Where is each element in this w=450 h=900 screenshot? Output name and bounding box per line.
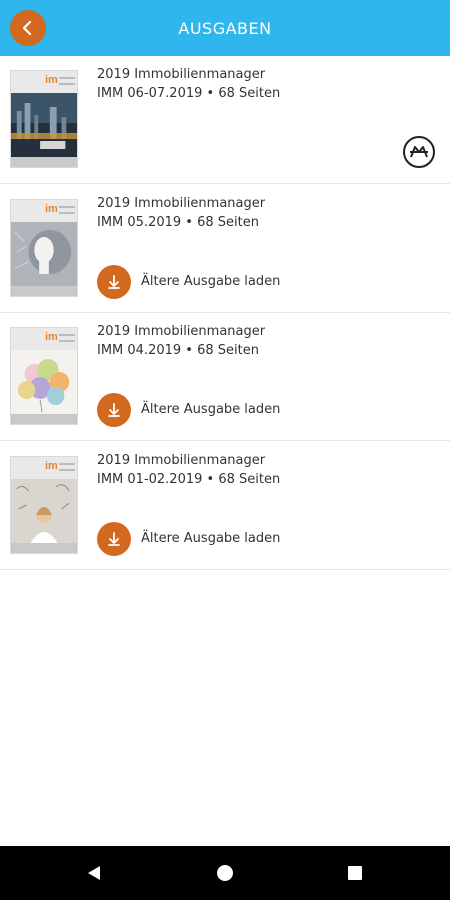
download-icon bbox=[108, 532, 120, 546]
issue-cover-image[interactable]: im bbox=[10, 199, 78, 297]
issue-row[interactable]: im 2019 Immobilienmanager IMM 05.2019 • … bbox=[0, 185, 450, 313]
cover-logo: im bbox=[45, 460, 58, 472]
issue-cover-image[interactable]: im bbox=[10, 456, 78, 554]
system-nav-bar bbox=[0, 846, 450, 900]
download-icon bbox=[108, 275, 120, 289]
download-label[interactable]: Ältere Ausgabe laden bbox=[141, 531, 280, 546]
download-button[interactable] bbox=[97, 393, 131, 427]
issue-subtitle: IMM 05.2019 • 68 Seiten bbox=[97, 215, 259, 230]
issue-row[interactable]: im 2019 Immobilienmanager IMM 06-07.2019… bbox=[0, 56, 450, 184]
download-button[interactable] bbox=[97, 265, 131, 299]
issue-title: 2019 Immobilienmanager bbox=[97, 324, 266, 339]
nav-back-button[interactable] bbox=[64, 846, 124, 900]
issue-cover-image[interactable]: im bbox=[10, 70, 78, 168]
issue-row[interactable]: im 2019 Immobilienmanager IMM 04.2019 • … bbox=[0, 313, 450, 441]
download-icon bbox=[108, 403, 120, 417]
issue-subtitle: IMM 01-02.2019 • 68 Seiten bbox=[97, 472, 281, 487]
cover-logo: im bbox=[45, 331, 58, 343]
nav-home-button[interactable] bbox=[195, 846, 255, 900]
issue-title: 2019 Immobilienmanager bbox=[97, 196, 266, 211]
issue-row[interactable]: im 2019 Immobilienmanager IMM 01-02.2019… bbox=[0, 442, 450, 570]
open-issue-button[interactable] bbox=[402, 135, 436, 169]
download-label[interactable]: Ältere Ausgabe laden bbox=[141, 402, 280, 417]
back-button[interactable] bbox=[10, 10, 46, 46]
reader-icon bbox=[403, 136, 435, 168]
download-label[interactable]: Ältere Ausgabe laden bbox=[141, 274, 280, 289]
square-recents-icon bbox=[348, 866, 362, 880]
triangle-back-icon bbox=[88, 866, 100, 880]
issue-subtitle: IMM 04.2019 • 68 Seiten bbox=[97, 343, 259, 358]
nav-recents-button[interactable] bbox=[325, 846, 385, 900]
download-button[interactable] bbox=[97, 522, 131, 556]
circle-home-icon bbox=[217, 865, 233, 881]
cover-logo: im bbox=[45, 203, 58, 215]
issue-subtitle: IMM 06-07.2019 • 68 Seiten bbox=[97, 86, 281, 101]
issue-title: 2019 Immobilienmanager bbox=[97, 67, 266, 82]
top-app-bar: AUSGABEN bbox=[0, 0, 450, 56]
issue-title: 2019 Immobilienmanager bbox=[97, 453, 266, 468]
chevron-left-icon bbox=[22, 20, 32, 36]
issue-cover-image[interactable]: im bbox=[10, 327, 78, 425]
page-title: AUSGABEN bbox=[178, 18, 272, 38]
cover-logo: im bbox=[45, 74, 58, 86]
